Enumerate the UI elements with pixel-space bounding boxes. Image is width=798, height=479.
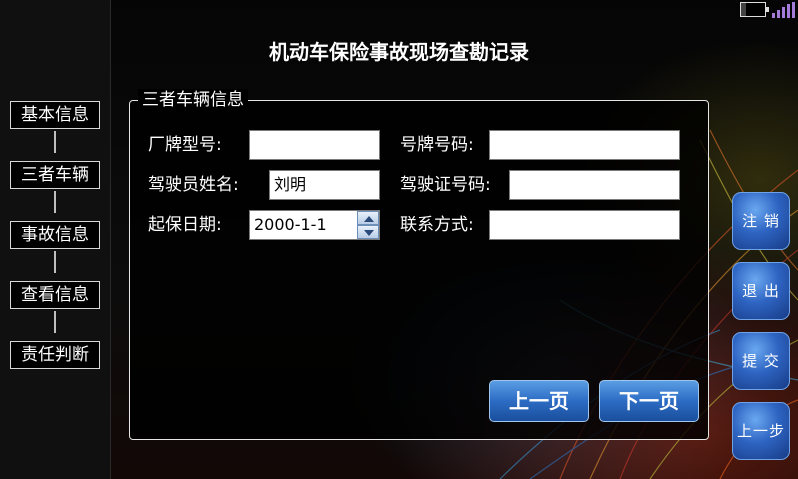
nav-connector <box>54 131 56 153</box>
exit-button[interactable]: 退 出 <box>732 262 790 320</box>
license-number-input[interactable] <box>509 170 680 200</box>
signal-icon <box>771 2 797 18</box>
prev-page-button[interactable]: 上一页 <box>489 380 589 422</box>
nav-connector <box>54 191 56 213</box>
sidebar-item-third-party-vehicle[interactable]: 三者车辆 <box>10 161 100 189</box>
sidebar: 基本信息 三者车辆 事故信息 查看信息 责任判断 <box>0 0 111 479</box>
insure-date-label: 起保日期: <box>148 215 222 235</box>
battery-icon <box>740 2 769 17</box>
sidebar-item-view-info[interactable]: 查看信息 <box>10 281 100 309</box>
spin-down-icon[interactable] <box>357 225 379 239</box>
plate-number-input[interactable] <box>489 130 680 160</box>
nav-connector <box>54 311 56 333</box>
panel-legend: 三者车辆信息 <box>138 89 248 111</box>
prev-step-button[interactable]: 上一步 <box>732 402 790 460</box>
contact-input[interactable] <box>489 210 680 240</box>
driver-name-label: 驾驶员姓名: <box>148 175 239 195</box>
spin-up-icon[interactable] <box>357 211 379 225</box>
contact-label: 联系方式: <box>400 215 474 235</box>
plate-number-label: 号牌号码: <box>400 135 474 155</box>
submit-button[interactable]: 提 交 <box>732 332 790 390</box>
license-number-label: 驾驶证号码: <box>400 175 491 195</box>
sidebar-item-basic-info[interactable]: 基本信息 <box>10 101 100 129</box>
logout-button[interactable]: 注 销 <box>732 192 790 250</box>
nav-connector <box>54 251 56 273</box>
sidebar-item-liability[interactable]: 责任判断 <box>10 341 100 369</box>
next-page-button[interactable]: 下一页 <box>599 380 699 422</box>
sidebar-item-accident-info[interactable]: 事故信息 <box>10 221 100 249</box>
page-title: 机动车保险事故现场查勘记录 <box>269 40 529 64</box>
driver-name-input[interactable]: 刘明 <box>269 170 380 200</box>
date-spinner[interactable] <box>357 211 379 239</box>
plate-type-input[interactable] <box>249 130 380 160</box>
plate-type-label: 厂牌型号: <box>148 135 222 155</box>
